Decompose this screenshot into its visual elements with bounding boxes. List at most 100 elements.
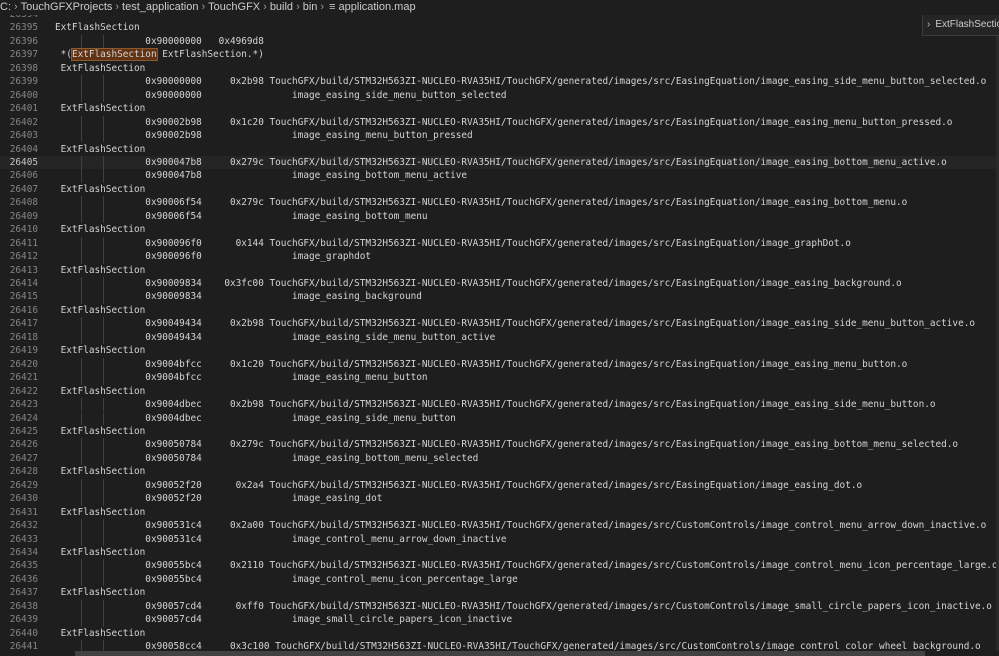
code-text: 0x9004dbec 0x2b98 TouchGFX/build/STM32H5… [55,399,936,411]
code-text: 0x900047b8 0x279c TouchGFX/build/STM32H5… [55,156,947,168]
code-line[interactable]: 26438 0x90057cd4 0xff0 TouchGFX/build/ST… [0,599,999,614]
code-line[interactable]: 26418 0x90049434 image_easing_side_menu_… [0,330,999,345]
code-line[interactable]: 26437 ExtFlashSection [0,586,999,599]
code-line[interactable]: 26407 ExtFlashSection [0,183,999,196]
breadcrumb-item[interactable]: TouchGFX [208,0,260,15]
code-line[interactable]: 26424 0x9004dbec image_easing_side_menu_… [0,411,999,425]
chevron-right-icon: › [14,1,18,13]
code-text: ExtFlashSection [55,547,146,558]
chevron-right-icon: › [263,1,267,13]
line-number: 26397 [9,49,38,61]
line-number: 26440 [9,627,38,639]
line-number: 26422 [9,385,38,397]
code-text: 0x90055bc4 0x2110 TouchGFX/build/STM32H5… [55,560,998,572]
code-text: ExtFlashSection [55,143,146,155]
code-line[interactable]: 26440 ExtFlashSection [0,627,999,640]
code-text: ExtFlashSection [55,425,146,437]
code-line[interactable]: 26395 ExtFlashSection [0,21,999,34]
code-line[interactable]: 26401 ExtFlashSection [0,102,999,115]
code-text: ExtFlashSection [55,506,146,518]
code-text: 0x90009834 image_easing_background [55,291,422,303]
line-number: 26425 [9,425,38,437]
code-text: ExtFlashSection [55,224,146,236]
line-number: 26429 [9,479,38,491]
code-line[interactable]: 26412 0x900096f0 image_graphdot [0,250,999,264]
line-number: 26421 [9,372,38,384]
code-text: 0x90009834 0x3fc00 TouchGFX/build/STM32H… [55,278,902,289]
chevron-right-icon: › [201,1,206,13]
line-number: 26395 [9,22,38,34]
code-text: ExtFlashSection [55,103,146,115]
code-line[interactable]: 26415 0x90009834 image_easing_background [0,290,999,304]
code-line[interactable]: 26420 0x9004bfcc 0x1c20 TouchGFX/build/S… [0,357,999,372]
code-line[interactable]: 26434 ExtFlashSection [0,546,999,559]
line-number: 26411 [9,237,38,249]
code-editor[interactable]: 2639426395ExtFlashSection26396 0x9000000… [0,15,999,651]
line-number: 26414 [9,278,38,289]
code-line[interactable]: 26433 0x900531c4 image_control_menu_arro… [0,532,999,546]
breadcrumb-file[interactable]: application.map [339,0,416,15]
code-text: 0x9004bfcc 0x1c20 TouchGFX/build/STM32H5… [55,358,908,370]
code-line[interactable]: 26397 *(ExtFlashSection ExtFlashSection.… [0,48,999,62]
line-number: 26418 [9,331,38,343]
code-text: 0x90002b98 0x1c20 TouchGFX/build/STM32H5… [55,116,953,128]
code-line[interactable]: 26431 ExtFlashSection [0,506,999,519]
chevron-right-icon: › [927,19,931,30]
code-line[interactable]: 26398 ExtFlashSection [0,62,999,75]
code-line[interactable]: 26411 0x900096f0 0x144 TouchGFX/build/ST… [0,236,999,251]
code-line[interactable]: 26439 0x90057cd4 image_small_circle_pape… [0,613,999,627]
code-line[interactable]: 26409 0x90006f54 image_easing_bottom_men… [0,209,999,224]
code-line[interactable]: 26406 0x900047b8 image_easing_bottom_men… [0,169,999,183]
code-line[interactable]: 26396 0x90000000 0x4969d8 [0,34,999,49]
breadcrumb-item[interactable]: test_application [122,0,198,15]
code-line[interactable]: 26403 0x90002b98 image_easing_menu_butto… [0,129,999,143]
code-line[interactable]: 26427 0x90050784 image_easing_bottom_men… [0,451,999,466]
line-number: 26424 [9,412,38,424]
code-line[interactable]: 26419 ExtFlashSection [0,344,999,357]
code-line[interactable]: 26405 0x900047b8 0x279c TouchGFX/build/S… [0,155,999,170]
lines-file-icon: ≡ [329,1,336,13]
code-line[interactable]: 26426 0x90050784 0x279c TouchGFX/build/S… [0,438,999,452]
code-line[interactable]: 26432 0x900531c4 0x2a00 TouchGFX/build/S… [0,519,999,533]
line-number: 26428 [9,466,38,478]
line-number: 26413 [9,264,38,276]
line-number: 26409 [9,210,38,222]
code-line[interactable]: 26404 ExtFlashSection [0,143,999,156]
code-line[interactable]: 26441 0x90058cc4 0x3c100 TouchGFX/build/… [0,640,999,651]
code-line[interactable]: 26421 0x9004bfcc image_easing_menu_butto… [0,371,999,385]
code-line[interactable]: 26423 0x9004dbec 0x2b98 TouchGFX/build/S… [0,398,999,412]
code-line[interactable]: 26417 0x90049434 0x2b98 TouchGFX/build/S… [0,317,999,331]
breadcrumb-item[interactable]: C: [0,0,11,15]
code-line[interactable]: 26400 0x90000000 image_easing_side_menu_… [0,88,999,103]
code-line[interactable]: 26413 ExtFlashSection [0,264,999,277]
code-line[interactable]: 26410 ExtFlashSection [0,223,999,236]
line-number: 26419 [9,345,38,357]
code-line[interactable]: 26436 0x90055bc4 image_control_menu_icon… [0,572,999,587]
chevron-right-icon: › [320,1,325,13]
horizontal-scrollbar-thumb[interactable] [75,651,925,656]
breadcrumb-item[interactable]: build [270,0,293,15]
code-text: ExtFlashSection [55,22,140,34]
code-line[interactable]: 26422 ExtFlashSection [0,385,999,398]
code-line[interactable]: 26429 0x90052f20 0x2a4 TouchGFX/build/ST… [0,478,999,493]
breadcrumb-item[interactable]: bin [303,0,318,15]
line-number: 26426 [9,439,38,451]
code-line[interactable]: 26416 ExtFlashSection [0,304,999,317]
code-line[interactable]: 26414 0x90009834 0x3fc00 TouchGFX/build/… [0,277,999,291]
line-number: 26400 [9,89,38,101]
code-line[interactable]: 26408 0x90006f54 0x279c TouchGFX/build/S… [0,196,999,210]
code-line[interactable]: 26399 0x90000000 0x2b98 TouchGFX/build/S… [0,75,999,89]
code-line[interactable]: 26428 ExtFlashSection [0,465,999,478]
code-text: 0x90050784 0x279c TouchGFX/build/STM32H5… [55,439,959,451]
breadcrumb-item[interactable]: TouchGFXProjects [21,0,113,15]
code-text: 0x9004dbec image_easing_side_menu_button [55,412,456,424]
line-number: 26439 [9,614,38,626]
chevron-right-icon: › [296,1,300,13]
outline-sticky-scroll[interactable]: › ExtFlashSection [922,15,999,36]
line-number: 26403 [9,130,38,142]
code-line[interactable]: 26435 0x90055bc4 0x2110 TouchGFX/build/S… [0,559,999,573]
code-line[interactable]: 26430 0x90052f20 image_easing_dot [0,492,999,506]
code-line[interactable]: 26425 ExtFlashSection [0,425,999,438]
code-line[interactable]: 26402 0x90002b98 0x1c20 TouchGFX/build/S… [0,115,999,130]
code-text: 0x90000000 0x4969d8 [55,35,264,47]
